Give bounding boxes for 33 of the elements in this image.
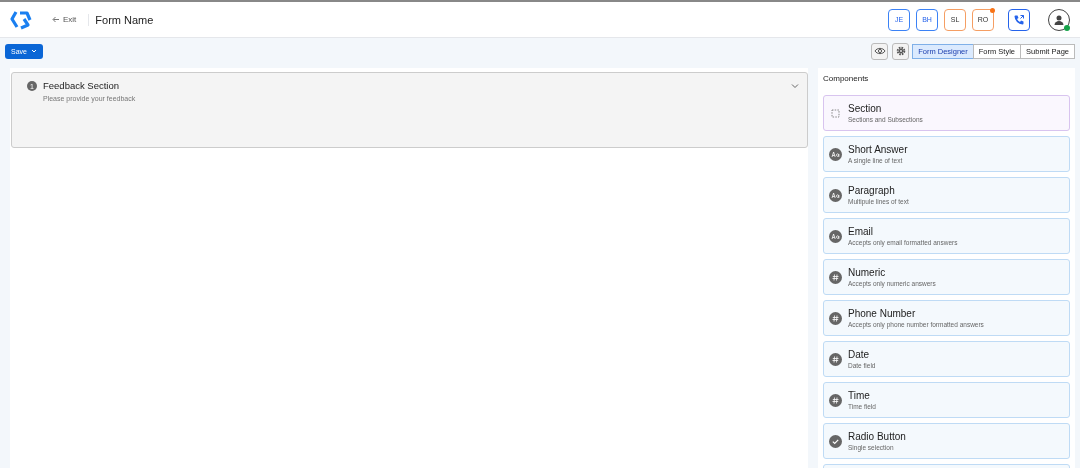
component-name: Date bbox=[848, 349, 871, 360]
user-icon bbox=[1053, 13, 1065, 26]
hash-icon bbox=[829, 270, 842, 284]
panel-title: Components bbox=[823, 74, 870, 83]
dashed-square-icon bbox=[829, 106, 842, 120]
component-name: Section bbox=[848, 103, 883, 114]
gear-icon bbox=[895, 46, 906, 56]
hash-icon bbox=[829, 311, 842, 325]
component-name: Short Answer bbox=[848, 144, 908, 155]
logo-icon[interactable] bbox=[10, 9, 32, 30]
hash-icon bbox=[829, 352, 842, 366]
component-name: Radio Button bbox=[848, 431, 906, 442]
text-icon bbox=[829, 188, 842, 202]
profile-button[interactable] bbox=[1048, 8, 1070, 31]
component-name: Email bbox=[848, 226, 874, 237]
preview-button[interactable] bbox=[871, 42, 889, 60]
component-name: Paragraph bbox=[848, 185, 896, 196]
eye-icon bbox=[873, 47, 886, 55]
caret-icon bbox=[30, 49, 37, 53]
text-icon bbox=[829, 147, 842, 161]
hash-icon bbox=[829, 393, 842, 407]
form-title: Form Name bbox=[88, 13, 154, 26]
component-name: Phone Number bbox=[848, 308, 917, 319]
arrow-left-icon bbox=[52, 16, 60, 23]
settings-button[interactable] bbox=[892, 42, 910, 60]
section-title: Feedback Section bbox=[43, 80, 121, 91]
check-circle-icon bbox=[829, 434, 842, 448]
phone-icon bbox=[1013, 13, 1025, 26]
text-icon bbox=[829, 229, 842, 243]
component-name: Numeric bbox=[848, 267, 887, 278]
call-button[interactable] bbox=[1008, 8, 1030, 31]
component-name: Time bbox=[848, 390, 871, 401]
exit-link[interactable]: Exit bbox=[52, 15, 77, 24]
